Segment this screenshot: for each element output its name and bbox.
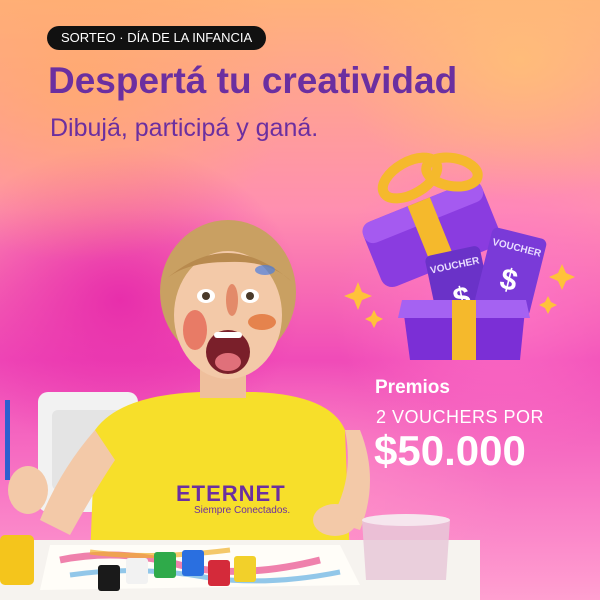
raffle-badge: SORTEO · DÍA DE LA INFANCIA [47, 26, 267, 50]
paintbrush [5, 400, 10, 480]
subheadline: Dibujá, participá y ganá. [50, 114, 319, 142]
sparkle-icon [549, 264, 575, 290]
brand-logo: ETERNET [176, 481, 286, 506]
hand [313, 504, 357, 536]
prize-description: 2 VOUCHERS POR [376, 407, 545, 427]
sparkle-icon [539, 296, 557, 314]
prize-amount: $50.000 [374, 427, 526, 474]
yellow-shirt [90, 392, 350, 560]
water-glass [362, 520, 450, 580]
brand-tagline: Siempre Conectados. [194, 505, 291, 516]
yellow-jar [0, 535, 34, 585]
hand [8, 466, 48, 514]
headline: Despertá tu creatividad [48, 60, 458, 101]
promo-banner: SORTEO · DÍA DE LA INFANCIA Despertá tu … [0, 0, 600, 600]
prize-label: Premios [375, 377, 450, 398]
